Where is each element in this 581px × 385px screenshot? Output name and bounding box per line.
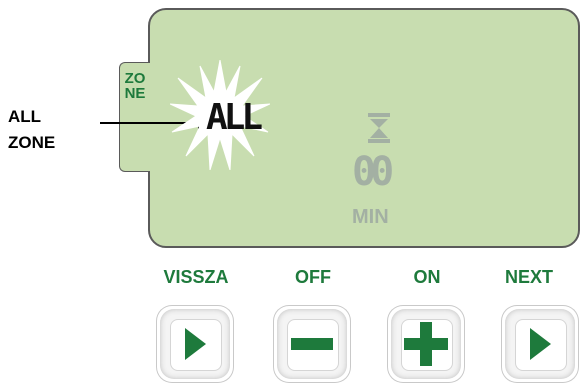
off-button-label: OFF xyxy=(295,267,331,287)
callout-line-1: ALL xyxy=(8,107,42,126)
back-button[interactable] xyxy=(156,305,234,383)
all-zone-callout: ALL ZONE xyxy=(8,104,98,156)
minus-icon xyxy=(291,338,333,350)
play-icon xyxy=(530,328,551,360)
next-button[interactable] xyxy=(501,305,579,383)
callout-line-2: ZONE xyxy=(8,133,56,152)
zone-all-text: ALL xyxy=(206,97,263,138)
timer-digits: 00 xyxy=(352,149,394,195)
plus-icon xyxy=(404,322,448,366)
on-button[interactable] xyxy=(387,305,465,383)
next-button-label: NEXT xyxy=(504,267,553,287)
back-button-label: VISSZA xyxy=(163,267,229,287)
off-button[interactable] xyxy=(273,305,351,383)
on-button-label: ON xyxy=(413,267,441,287)
hourglass-icon xyxy=(368,113,390,143)
play-icon xyxy=(185,328,206,360)
timer-unit: MIN xyxy=(352,206,389,228)
zone-tab-label: ZONE xyxy=(124,70,146,102)
